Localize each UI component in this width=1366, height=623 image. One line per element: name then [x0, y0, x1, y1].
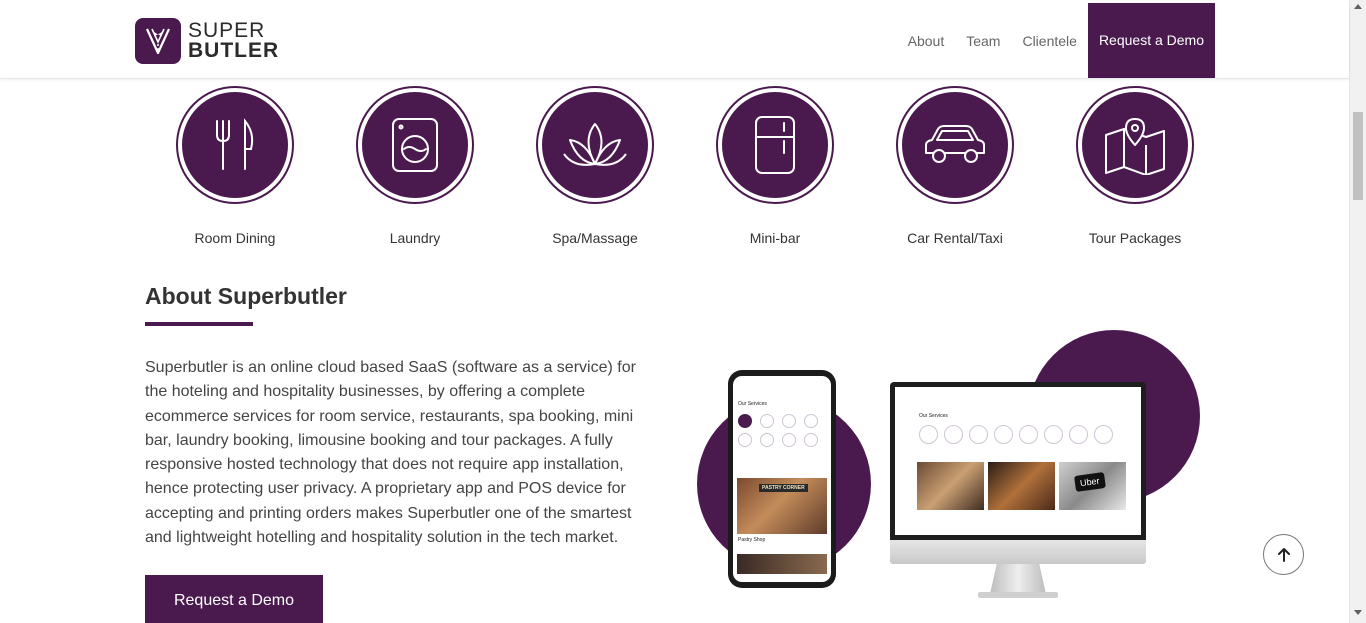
phone-service-icon: [804, 414, 818, 428]
monitor-photos: Uber: [917, 462, 1126, 510]
service-mini-bar[interactable]: Mini-bar: [685, 86, 865, 246]
phone-pastry-photo: PASTRY CORNER: [737, 478, 827, 534]
main-nav: About Team Clientele Request a Demo: [886, 3, 1215, 78]
monitor-photo: Uber: [1059, 462, 1126, 510]
phone-services-title: Our Services: [738, 401, 767, 407]
monitor-chin: [890, 540, 1146, 564]
lotus-icon: [542, 92, 648, 198]
logo[interactable]: SUPER BUTLER: [135, 18, 279, 64]
scroll-down-arrow-icon[interactable]: [1354, 610, 1362, 615]
monitor-service-icon: [944, 425, 963, 444]
arrow-up-icon: [1277, 547, 1290, 562]
logo-line-1: SUPER: [188, 19, 266, 42]
monitor-mockup: Our Services Uber: [890, 382, 1146, 602]
phone-service-icons: [738, 414, 822, 447]
monitor-frame: Our Services Uber: [890, 382, 1146, 564]
butler-logo-icon: [135, 18, 181, 64]
service-room-dining[interactable]: Room Dining: [145, 86, 325, 246]
map-pin-icon: [1082, 92, 1188, 198]
monitor-service-icon: [1069, 425, 1088, 444]
monitor-service-icon: [994, 425, 1013, 444]
phone-service-icon: [738, 433, 752, 447]
phone-service-icon: [760, 414, 774, 428]
service-spa-massage[interactable]: Spa/Massage: [505, 86, 685, 246]
request-demo-button[interactable]: Request a Demo: [145, 575, 323, 623]
nav-request-demo-button[interactable]: Request a Demo: [1087, 3, 1215, 78]
page-scrollbar[interactable]: [1349, 0, 1366, 623]
monitor-base: [978, 592, 1058, 598]
service-label: Mini-bar: [749, 230, 801, 246]
fridge-icon: [722, 92, 828, 198]
service-car-rental-taxi[interactable]: Car Rental/Taxi: [865, 86, 1045, 246]
service-tour-packages[interactable]: Tour Packages: [1045, 86, 1225, 246]
monitor-service-icon: [1044, 425, 1063, 444]
about-title: About Superbutler: [145, 283, 347, 309]
site-header: SUPER BUTLER About Team Clientele Reques…: [0, 3, 1349, 79]
services-row: Room Dining Laundry Spa/Massage Mini-bar…: [145, 86, 1225, 246]
phone-service-icon: [804, 433, 818, 447]
phone-mockup: Our Services PASTRY CORNER Pastry Shop: [728, 370, 836, 588]
monitor-photo: [917, 462, 984, 510]
scroll-to-top-button[interactable]: [1263, 534, 1304, 575]
monitor-service-icon: [1019, 425, 1038, 444]
phone-photo-caption: Pastry Shop: [738, 537, 766, 543]
monitor-service-icon: [919, 425, 938, 444]
scrollbar-thumb[interactable]: [1353, 112, 1363, 200]
service-label: Laundry: [389, 230, 441, 246]
washing-machine-icon: [362, 92, 468, 198]
nav-clientele[interactable]: Clientele: [1022, 33, 1076, 49]
logo-line-2: BUTLER: [188, 39, 280, 62]
monitor-service-icon: [969, 425, 988, 444]
service-label: Tour Packages: [1088, 230, 1182, 246]
monitor-screen: Our Services Uber: [895, 387, 1141, 535]
service-label: Car Rental/Taxi: [907, 230, 1003, 246]
monitor-services-title: Our Services: [919, 413, 948, 419]
phone-photo-2: [737, 554, 827, 574]
product-mockup-illustration: Our Services PASTRY CORNER Pastry Shop O…: [690, 325, 1210, 610]
fork-knife-icon: [182, 92, 288, 198]
monitor-service-icons: [919, 425, 1113, 444]
monitor-service-icon: [1094, 425, 1113, 444]
phone-service-icon: [760, 433, 774, 447]
phone-service-icon: [782, 414, 796, 428]
about-title-underline: [145, 322, 253, 326]
service-laundry[interactable]: Laundry: [325, 86, 505, 246]
car-icon: [902, 92, 1008, 198]
service-label: Spa/Massage: [552, 230, 638, 246]
phone-screen: Our Services PASTRY CORNER Pastry Shop: [733, 376, 831, 582]
about-text: Superbutler is an online cloud based Saa…: [145, 359, 636, 547]
logo-text: SUPER BUTLER: [188, 19, 280, 62]
nav-about[interactable]: About: [908, 33, 945, 49]
monitor-stand: [990, 564, 1046, 594]
monitor-photo: [988, 462, 1055, 510]
uber-sign: Uber: [1074, 472, 1106, 492]
phone-service-icon: [738, 414, 752, 428]
phone-service-icon: [782, 433, 796, 447]
service-label: Room Dining: [194, 230, 276, 246]
scroll-up-arrow-icon[interactable]: [1354, 4, 1362, 9]
pastry-sign: PASTRY CORNER: [759, 484, 808, 492]
nav-team[interactable]: Team: [966, 33, 1000, 49]
